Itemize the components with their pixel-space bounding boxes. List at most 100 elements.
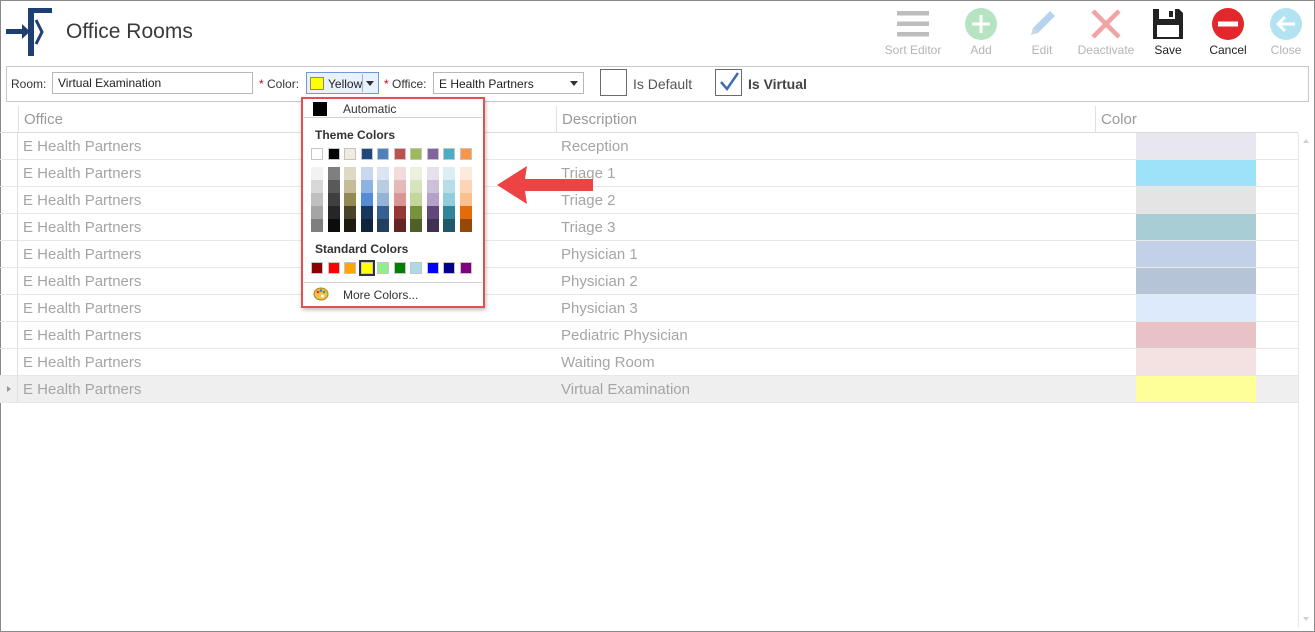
table-row[interactable]: E Health Partners Virtual Examination (0, 376, 1298, 403)
cell-color-swatch[interactable] (1136, 295, 1256, 321)
automatic-color-option[interactable]: Automatic (304, 100, 482, 118)
is-virtual-checkbox[interactable] (715, 69, 742, 96)
table-row[interactable]: E Health Partners Physician 2 (0, 268, 1298, 295)
theme-shade-swatch[interactable] (327, 193, 340, 206)
theme-shade-swatch[interactable] (393, 219, 406, 232)
theme-shade-swatch[interactable] (443, 167, 455, 180)
theme-shade-swatch[interactable] (311, 206, 323, 219)
table-row[interactable]: E Health Partners Physician 1 (0, 241, 1298, 268)
row-indicator[interactable] (0, 214, 18, 241)
theme-shade-swatch[interactable] (360, 219, 373, 232)
chevron-down-icon[interactable] (362, 74, 376, 92)
cell-color-swatch[interactable] (1136, 322, 1256, 348)
standard-color-swatch[interactable] (358, 260, 375, 276)
vertical-scrollbar[interactable] (1298, 133, 1313, 627)
row-indicator[interactable] (0, 241, 18, 268)
theme-shade-swatch[interactable] (443, 180, 455, 193)
theme-shade-swatch[interactable] (360, 206, 373, 219)
theme-shade-swatch[interactable] (360, 193, 373, 206)
theme-shade-swatch[interactable] (426, 219, 439, 232)
theme-shade-swatch[interactable] (410, 219, 422, 232)
sort-editor-button[interactable]: Sort Editor (880, 4, 946, 62)
theme-shade-swatch[interactable] (311, 180, 323, 193)
theme-shade-swatch[interactable] (377, 206, 389, 219)
table-row[interactable]: E Health Partners Waiting Room (0, 349, 1298, 376)
close-button[interactable]: Close (1264, 4, 1308, 62)
office-dropdown[interactable]: E Health Partners (433, 72, 584, 94)
row-indicator[interactable] (0, 133, 18, 160)
cell-description[interactable]: Pediatric Physician (556, 322, 1095, 349)
standard-color-swatch[interactable] (410, 262, 422, 274)
theme-color-swatch[interactable] (393, 148, 406, 160)
cell-color-swatch[interactable] (1136, 133, 1256, 159)
theme-shade-swatch[interactable] (410, 193, 422, 206)
cell-color-swatch[interactable] (1136, 349, 1256, 375)
cell-color-swatch[interactable] (1136, 376, 1256, 402)
theme-color-swatch[interactable] (311, 148, 323, 160)
theme-shade-swatch[interactable] (311, 193, 323, 206)
cell-description[interactable]: Physician 2 (556, 268, 1095, 295)
cell-description[interactable]: Triage 3 (556, 214, 1095, 241)
standard-color-swatch[interactable] (426, 262, 439, 274)
cell-description[interactable]: Triage 1 (556, 160, 1095, 187)
theme-color-swatch[interactable] (426, 148, 439, 160)
edit-button[interactable]: Edit (1020, 4, 1064, 62)
standard-color-swatch[interactable] (311, 262, 323, 274)
row-indicator[interactable] (0, 376, 18, 403)
theme-shade-swatch[interactable] (393, 167, 406, 180)
theme-shade-swatch[interactable] (426, 180, 439, 193)
theme-shade-swatch[interactable] (459, 180, 472, 193)
theme-shade-swatch[interactable] (311, 167, 323, 180)
standard-color-swatch[interactable] (393, 262, 406, 274)
cell-office[interactable]: E Health Partners (18, 322, 556, 349)
theme-shade-swatch[interactable] (459, 219, 472, 232)
cell-description[interactable]: Physician 3 (556, 295, 1095, 322)
cell-color-swatch[interactable] (1136, 187, 1256, 213)
theme-shade-swatch[interactable] (459, 193, 472, 206)
theme-color-swatch[interactable] (344, 148, 356, 160)
room-input[interactable] (52, 72, 253, 94)
table-row[interactable]: E Health Partners Triage 2 (0, 187, 1298, 214)
table-row[interactable]: E Health Partners Triage 3 (0, 214, 1298, 241)
theme-color-swatch[interactable] (410, 148, 422, 160)
theme-shade-swatch[interactable] (459, 206, 472, 219)
theme-color-swatch[interactable] (377, 148, 389, 160)
standard-color-swatch[interactable] (327, 262, 340, 274)
cell-office[interactable]: E Health Partners (18, 376, 556, 403)
theme-color-swatch[interactable] (443, 148, 455, 160)
theme-shade-swatch[interactable] (360, 180, 373, 193)
theme-shade-swatch[interactable] (344, 219, 356, 232)
theme-shade-swatch[interactable] (377, 219, 389, 232)
theme-shade-swatch[interactable] (377, 167, 389, 180)
theme-shade-swatch[interactable] (410, 206, 422, 219)
theme-shade-swatch[interactable] (311, 219, 323, 232)
table-row[interactable]: E Health Partners Reception (0, 133, 1298, 160)
theme-shade-swatch[interactable] (393, 193, 406, 206)
save-button[interactable]: Save (1146, 4, 1190, 62)
row-indicator[interactable] (0, 268, 18, 295)
cell-color-swatch[interactable] (1136, 214, 1256, 240)
is-default-checkbox[interactable] (600, 69, 627, 96)
standard-color-swatch[interactable] (443, 262, 455, 274)
cell-description[interactable]: Physician 1 (556, 241, 1095, 268)
row-indicator[interactable] (0, 187, 18, 214)
theme-shade-swatch[interactable] (426, 167, 439, 180)
cell-description[interactable]: Virtual Examination (556, 376, 1095, 403)
theme-shade-swatch[interactable] (344, 193, 356, 206)
theme-shade-swatch[interactable] (410, 180, 422, 193)
scroll-up-icon[interactable] (1303, 139, 1309, 143)
column-header-description[interactable]: Description (556, 106, 1095, 133)
cell-color-swatch[interactable] (1136, 241, 1256, 267)
theme-shade-swatch[interactable] (377, 180, 389, 193)
cell-color-swatch[interactable] (1136, 160, 1256, 186)
add-button[interactable]: Add (958, 4, 1004, 62)
cell-description[interactable]: Triage 2 (556, 187, 1095, 214)
theme-shade-swatch[interactable] (393, 180, 406, 193)
theme-shade-swatch[interactable] (443, 219, 455, 232)
theme-shade-swatch[interactable] (327, 180, 340, 193)
standard-color-swatch[interactable] (344, 262, 356, 274)
cell-color-swatch[interactable] (1136, 268, 1256, 294)
theme-shade-swatch[interactable] (410, 167, 422, 180)
theme-shade-swatch[interactable] (443, 193, 455, 206)
color-dropdown[interactable]: Yellow (306, 72, 379, 94)
